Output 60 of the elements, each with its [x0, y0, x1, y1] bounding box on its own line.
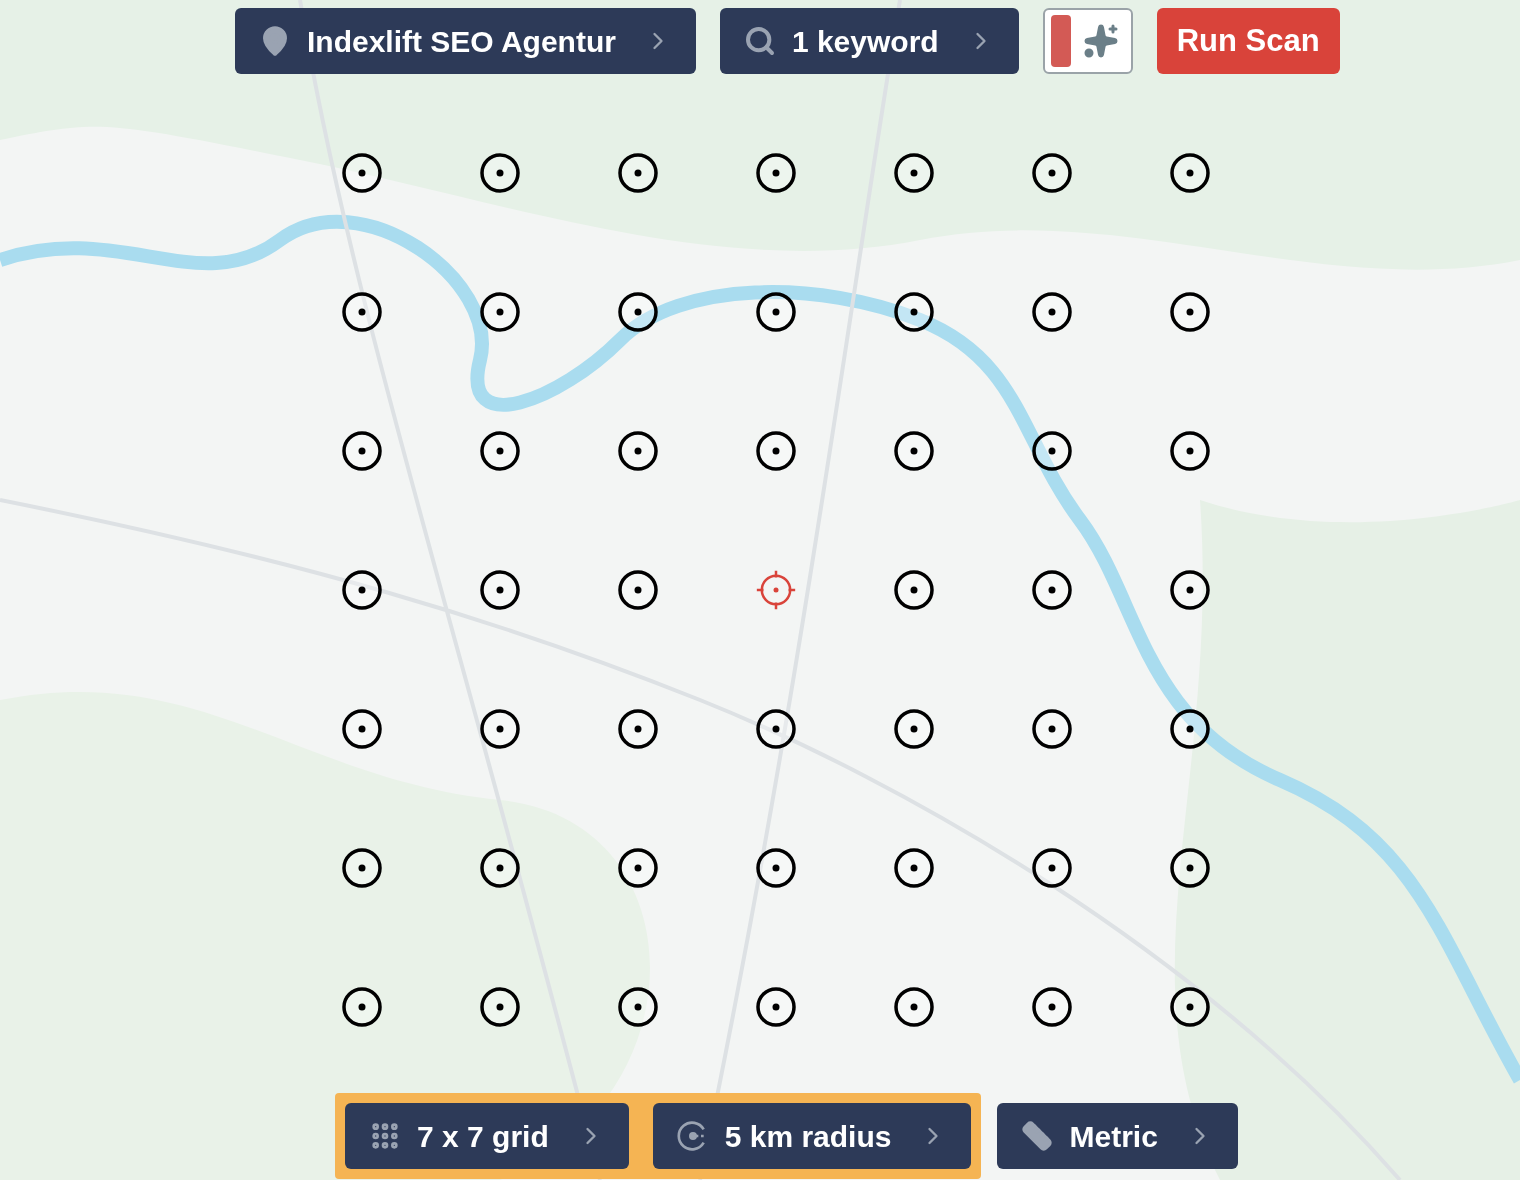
- style-toggle-button[interactable]: [1042, 8, 1133, 74]
- grid-point-marker[interactable]: [756, 431, 796, 471]
- grid-point-marker[interactable]: [1170, 431, 1210, 471]
- grid-point-marker[interactable]: [480, 153, 520, 193]
- grid-point-marker[interactable]: [894, 292, 934, 332]
- grid-point-marker[interactable]: [1032, 848, 1072, 888]
- grid-point-marker[interactable]: [1032, 292, 1072, 332]
- dots-grid-icon: [369, 1120, 401, 1152]
- selector-button[interactable]: 5 km radius: [652, 1103, 972, 1169]
- grid-point-marker[interactable]: [1032, 987, 1072, 1027]
- grid-point-marker[interactable]: [480, 709, 520, 749]
- search-icon: [743, 25, 776, 57]
- sparkle-icon: [1082, 23, 1119, 59]
- grid-point-marker[interactable]: [480, 848, 520, 888]
- grid-point-marker[interactable]: [756, 848, 796, 888]
- grid-point-marker[interactable]: [1032, 570, 1072, 610]
- grid-point-marker[interactable]: [894, 848, 934, 888]
- grid-point-marker[interactable]: [894, 987, 934, 1027]
- selector-button[interactable]: Metric: [997, 1103, 1238, 1169]
- run-scan-button[interactable]: Run Scan: [1156, 8, 1340, 74]
- grid-point-marker[interactable]: [1170, 570, 1210, 610]
- grid-point-marker[interactable]: [618, 987, 658, 1027]
- grid-point-marker[interactable]: [480, 987, 520, 1027]
- grid-point-marker[interactable]: [618, 431, 658, 471]
- grid-point-marker[interactable]: [894, 570, 934, 610]
- grid-point-marker[interactable]: [1032, 153, 1072, 193]
- grid-point-marker[interactable]: [1032, 431, 1072, 471]
- grid-point-marker[interactable]: [342, 570, 382, 610]
- selector-button[interactable]: Indexlift SEO Agentur: [235, 8, 696, 74]
- grid-point-marker[interactable]: [342, 153, 382, 193]
- grid-point-marker[interactable]: [1032, 709, 1072, 749]
- grid-point-marker[interactable]: [894, 153, 934, 193]
- grid-point-marker[interactable]: [756, 153, 796, 193]
- grid-point-marker[interactable]: [342, 848, 382, 888]
- grid-point-marker[interactable]: [480, 431, 520, 471]
- grid-point-marker[interactable]: [342, 292, 382, 332]
- grid-point-marker[interactable]: [618, 292, 658, 332]
- grid-point-marker[interactable]: [756, 709, 796, 749]
- grid-point-marker[interactable]: [618, 153, 658, 193]
- grid-point-marker[interactable]: [894, 431, 934, 471]
- grid-point-marker[interactable]: [618, 570, 658, 610]
- grid-point-marker[interactable]: [342, 987, 382, 1027]
- grid-point-marker[interactable]: [1170, 848, 1210, 888]
- selector-button[interactable]: 1 keyword: [719, 8, 1019, 74]
- grid-point-marker[interactable]: [894, 709, 934, 749]
- grid-point-marker[interactable]: [1170, 292, 1210, 332]
- grid-point-marker[interactable]: [618, 848, 658, 888]
- grid-point-marker[interactable]: [1170, 153, 1210, 193]
- grid-point-marker[interactable]: [1170, 987, 1210, 1027]
- grid-point-marker[interactable]: [756, 987, 796, 1027]
- grid-point-marker[interactable]: [756, 292, 796, 332]
- grid-point-marker[interactable]: [480, 292, 520, 332]
- grid-point-marker[interactable]: [1170, 709, 1210, 749]
- grid-point-marker[interactable]: [342, 431, 382, 471]
- grid-point-marker[interactable]: [618, 709, 658, 749]
- selector-button[interactable]: 7 x 7 grid: [345, 1103, 629, 1169]
- grid-point-marker[interactable]: [480, 570, 520, 610]
- grid-point-marker[interactable]: [342, 709, 382, 749]
- color-swatch: [1050, 15, 1071, 67]
- ruler-icon: [1021, 1120, 1054, 1152]
